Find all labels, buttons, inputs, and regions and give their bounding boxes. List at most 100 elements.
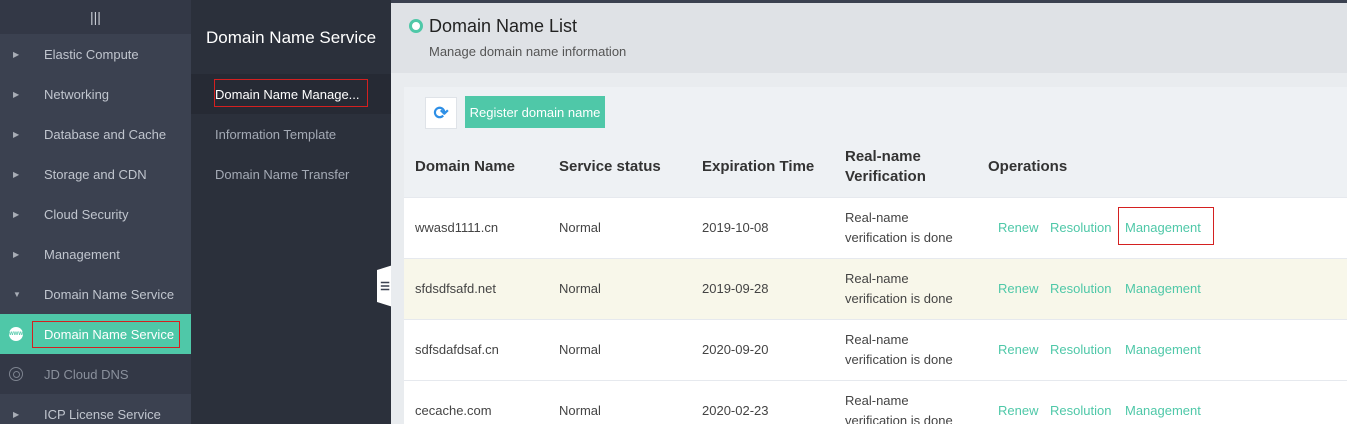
domain-list-card: ⟳ Register domain name Domain Name Servi… xyxy=(404,87,1347,424)
cell-status: Normal xyxy=(559,220,601,235)
caret-right-icon: ▶ xyxy=(13,129,20,139)
cell-verification-line1: Real-name xyxy=(845,393,909,408)
list-collapse-icon: ☰ xyxy=(380,280,390,293)
cell-domain: sfdsdfsafd.net xyxy=(415,281,496,296)
sidebar-item-elastic-compute[interactable]: ▶ Elastic Compute xyxy=(0,34,191,74)
caret-down-icon: ▼ xyxy=(13,289,21,299)
cell-verification: Real-name verification is done xyxy=(845,269,953,309)
cell-status: Normal xyxy=(559,281,601,296)
cell-expiration: 2020-09-20 xyxy=(702,342,769,357)
cell-verification: Real-name verification is done xyxy=(845,208,953,248)
refresh-icon: ⟳ xyxy=(433,102,449,123)
table-header: Domain Name Service status Expiration Ti… xyxy=(404,137,1347,197)
secondary-nav-panel: Domain Name Service Domain Name Manage..… xyxy=(191,0,391,424)
cell-verification-line2: verification is done xyxy=(845,230,953,245)
register-domain-button[interactable]: Register domain name xyxy=(465,96,605,128)
toolbar: ⟳ Register domain name xyxy=(404,87,1347,137)
management-link[interactable]: Management xyxy=(1125,218,1201,238)
sidebar-item-label: ICP License Service xyxy=(44,406,161,422)
cell-domain: sdfsdafdsaf.cn xyxy=(415,342,499,357)
www-icon: www xyxy=(9,327,23,341)
sidebar-item-storage-cdn[interactable]: ▶ Storage and CDN xyxy=(0,154,191,194)
cell-verification: Real-name verification is done xyxy=(845,330,953,370)
sidebar-item-label: JD Cloud DNS xyxy=(44,366,129,382)
cell-verification-line2: verification is done xyxy=(845,352,953,367)
sidebar-item-label: Management xyxy=(44,246,120,262)
panel-title: Domain Name Service xyxy=(206,28,377,47)
refresh-button[interactable]: ⟳ xyxy=(425,97,457,129)
sidebar-item-label: Cloud Security xyxy=(44,206,129,222)
main-sidebar: ||| ▶ Elastic Compute ▶ Networking ▶ Dat… xyxy=(0,0,191,424)
table-row: wwasd1111.cn Normal 2019-10-08 Real-name… xyxy=(404,197,1347,258)
renew-link[interactable]: Renew xyxy=(998,401,1038,421)
page-title: Domain Name List xyxy=(429,16,578,36)
caret-right-icon: ▶ xyxy=(13,409,20,419)
sidebar-item-domain-name-service[interactable]: ▼ Domain Name Service xyxy=(0,274,191,314)
menu-icon: ||| xyxy=(90,9,101,25)
column-header-domain: Domain Name xyxy=(415,158,516,175)
sidebar-item-label: Domain Name Service xyxy=(44,286,175,302)
sidebar-item-label: Domain Name Service xyxy=(44,326,175,342)
nav-item-information-template[interactable]: Information Template xyxy=(191,114,391,154)
main-content: Domain Name List Manage domain name info… xyxy=(391,0,1347,424)
column-header-status: Service status xyxy=(559,158,661,175)
cell-status: Normal xyxy=(559,342,601,357)
dns-icon xyxy=(9,367,23,381)
cell-verification-line2: verification is done xyxy=(845,413,953,424)
management-link[interactable]: Management xyxy=(1125,279,1201,299)
sidebar-item-networking[interactable]: ▶ Networking xyxy=(0,74,191,114)
column-header-verification-line2: Verification xyxy=(845,168,926,185)
table-row: sfdsdfsafd.net Normal 2019-09-28 Real-na… xyxy=(404,258,1347,319)
sidebar-subitem-domain-name-service[interactable]: www Domain Name Service xyxy=(0,314,191,354)
sidebar-item-database-cache[interactable]: ▶ Database and Cache xyxy=(0,114,191,154)
table-row: cecache.com Normal 2020-02-23 Real-name … xyxy=(404,380,1347,424)
sidebar-subitem-jd-cloud-dns[interactable]: JD Cloud DNS xyxy=(0,354,191,394)
cell-expiration: 2019-10-08 xyxy=(702,220,769,235)
sidebar-item-cloud-security[interactable]: ▶ Cloud Security xyxy=(0,194,191,234)
cell-domain: cecache.com xyxy=(415,403,492,418)
nav-item-label: Domain Name Manage... xyxy=(215,86,360,102)
sidebar-item-label: Networking xyxy=(44,86,110,102)
column-header-verification-line1: Real-name xyxy=(845,148,921,165)
management-link[interactable]: Management xyxy=(1125,340,1201,360)
renew-link[interactable]: Renew xyxy=(998,279,1038,299)
caret-right-icon: ▶ xyxy=(13,209,20,219)
sidebar-item-label: Elastic Compute xyxy=(44,46,139,62)
cell-domain: wwasd1111.cn xyxy=(415,220,499,235)
cell-status: Normal xyxy=(559,403,601,418)
resolution-link[interactable]: Resolution xyxy=(1050,218,1111,238)
management-link[interactable]: Management xyxy=(1125,401,1201,421)
sidebar-item-management[interactable]: ▶ Management xyxy=(0,234,191,274)
nav-item-domain-name-management[interactable]: Domain Name Manage... xyxy=(191,74,391,114)
title-dot-icon xyxy=(409,19,423,33)
nav-item-label: Domain Name Transfer xyxy=(215,166,350,182)
cell-verification-line1: Real-name xyxy=(845,271,909,286)
page-subtitle: Manage domain name information xyxy=(429,44,627,59)
table-row: sdfsdafdsaf.cn Normal 2020-09-20 Real-na… xyxy=(404,319,1347,380)
caret-right-icon: ▶ xyxy=(13,49,20,59)
column-header-operations: Operations xyxy=(988,158,1068,175)
sidebar-item-label: Storage and CDN xyxy=(44,166,147,182)
column-header-expiration: Expiration Time xyxy=(702,158,815,175)
resolution-link[interactable]: Resolution xyxy=(1050,279,1111,299)
sidebar-menu-toggle[interactable]: ||| xyxy=(0,0,191,34)
sidebar-item-icp-license-service[interactable]: ▶ ICP License Service xyxy=(0,394,191,424)
nav-item-label: Information Template xyxy=(215,126,337,142)
renew-link[interactable]: Renew xyxy=(998,218,1038,238)
cell-verification-line1: Real-name xyxy=(845,210,909,225)
column-header-verification: Real-name Verification xyxy=(845,147,926,187)
cell-verification-line1: Real-name xyxy=(845,332,909,347)
cell-verification-line2: verification is done xyxy=(845,291,953,306)
cell-verification: Real-name verification is done xyxy=(845,391,953,424)
resolution-link[interactable]: Resolution xyxy=(1050,401,1111,421)
sidebar-item-label: Database and Cache xyxy=(44,126,167,142)
nav-item-domain-name-transfer[interactable]: Domain Name Transfer xyxy=(191,154,391,194)
caret-right-icon: ▶ xyxy=(13,89,20,99)
cell-expiration: 2019-09-28 xyxy=(702,281,769,296)
renew-link[interactable]: Renew xyxy=(998,340,1038,360)
caret-right-icon: ▶ xyxy=(13,169,20,179)
cell-expiration: 2020-02-23 xyxy=(702,403,769,418)
caret-right-icon: ▶ xyxy=(13,249,20,259)
resolution-link[interactable]: Resolution xyxy=(1050,340,1111,360)
page-header: Domain Name List Manage domain name info… xyxy=(391,3,1347,73)
